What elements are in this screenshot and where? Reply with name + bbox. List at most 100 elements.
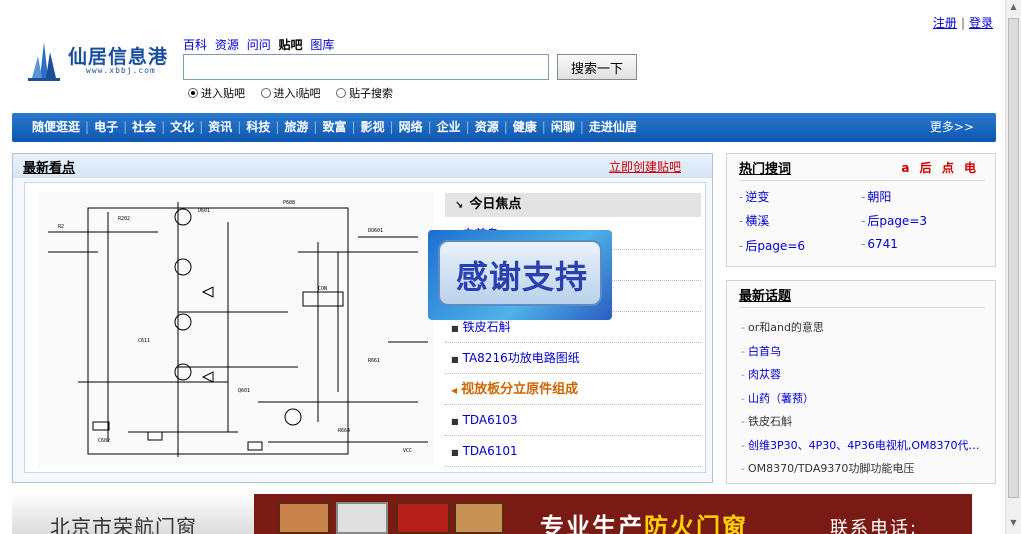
focus-item-link[interactable]: 视放板分立原件组成	[461, 382, 578, 397]
category-resources[interactable]: 资源	[215, 38, 239, 52]
topic-item[interactable]: - 白首乌	[741, 343, 781, 359]
focus-item-link[interactable]: TA8216功放电路图纸	[463, 351, 580, 365]
register-link[interactable]: 注册	[933, 16, 957, 30]
banner-phone: 联系电话:	[830, 518, 919, 534]
door-image	[278, 502, 330, 534]
focus-item-link[interactable]: 铁皮石斛	[463, 320, 511, 334]
category-tieba[interactable]: 贴吧	[279, 38, 303, 52]
site-logo[interactable]: 仙居信息港 www.xbbj.com	[24, 38, 172, 82]
svg-text:CON: CON	[318, 286, 327, 292]
search-options: 进入贴吧 进入i贴吧 贴子搜索	[188, 85, 405, 101]
svg-text:R661: R661	[368, 358, 380, 364]
nav-item[interactable]: 走进仙居	[589, 120, 637, 134]
thanks-text: 感谢支持	[455, 258, 588, 296]
latest-title[interactable]: 最新看点	[23, 157, 75, 176]
nav-items: 随便逛逛 | 电子 | 社会 | 文化 | 资讯 | 科技 | 旅游 | 致富 | 影视 | 网络 | 企业 | 资源 | 健康…	[32, 120, 637, 134]
focus-item-link[interactable]: TDA6101	[463, 444, 518, 458]
scroll-thumb[interactable]	[1008, 18, 1019, 498]
topic-item[interactable]: - or和and的意思	[741, 319, 824, 335]
topic-item[interactable]: - 创维3P30、4P30、4P36电视机,OM8370代…	[741, 437, 980, 453]
scroll-up-icon[interactable]: ▲	[1008, 2, 1019, 16]
latest-topics-title[interactable]: 最新话题	[739, 285, 791, 304]
door-image	[454, 502, 504, 534]
focus-item[interactable]: ■ TDA6101	[445, 436, 701, 467]
svg-text:P608: P608	[283, 200, 295, 206]
topic-text[interactable]: 创维3P30、4P30、4P36电视机,OM8370代…	[748, 439, 980, 452]
option-post-search[interactable]: 贴子搜索	[336, 85, 393, 101]
topic-item[interactable]: - 山药（薯蓣）	[741, 390, 814, 406]
nav-item[interactable]: 社会	[132, 120, 156, 134]
focus-item[interactable]: ◀ 视放板分立原件组成	[445, 374, 701, 405]
nav-item[interactable]: 资讯	[208, 120, 232, 134]
nav-item[interactable]: 企业	[437, 120, 461, 134]
topic-text: or和and的意思	[747, 321, 824, 334]
search-input[interactable]	[183, 54, 549, 80]
category-gallery[interactable]: 图库	[310, 38, 334, 52]
nav-item[interactable]: 闲聊	[551, 120, 575, 134]
nav-item[interactable]: 随便逛逛	[32, 120, 80, 134]
svg-text:D601: D601	[198, 208, 210, 214]
focus-item-link[interactable]: TDA6103	[463, 413, 518, 427]
focus-header: ↘ 今日焦点	[445, 193, 701, 217]
top-links: 注册 | 登录	[932, 16, 993, 30]
thanks-card: 感谢支持	[438, 240, 602, 306]
page-scrollbar[interactable]: ▲ ▼	[1005, 0, 1021, 534]
thanks-popup[interactable]: 感谢支持	[428, 230, 612, 320]
latest-inner: R2 R202 D601 P608 DO601 CON C611 Q601 R661 C60…	[24, 182, 706, 473]
topic-text[interactable]: 白首乌	[748, 345, 781, 358]
nav-item[interactable]: 资源	[475, 120, 499, 134]
door-image	[396, 502, 450, 534]
circuit-diagram-image[interactable]: R2 R202 D601 P608 DO601 CON C611 Q601 R661 C60…	[38, 192, 433, 468]
search-button[interactable]: 搜索一下	[557, 54, 637, 80]
option-enter-tieba[interactable]: 进入贴吧	[188, 85, 245, 101]
arrow-icon: ↘	[455, 200, 464, 211]
nav-item[interactable]: 科技	[246, 120, 270, 134]
svg-text:R202: R202	[118, 216, 130, 222]
topic-item[interactable]: - OM8370/TDA9370功脚功能电压	[741, 460, 914, 476]
nav-item[interactable]: 网络	[399, 120, 423, 134]
logo-url: www.xbbj.com	[86, 66, 156, 75]
hot-keywords-title[interactable]: 热门搜词	[739, 158, 791, 177]
nav-item[interactable]: 旅游	[284, 120, 308, 134]
topic-item[interactable]: - 肉苁蓉	[741, 366, 781, 382]
topic-text: 铁皮石斛	[747, 415, 792, 428]
category-questions[interactable]: 问问	[247, 38, 271, 52]
keyword-item[interactable]: - 后page=6	[739, 237, 805, 254]
nav-more-link[interactable]: 更多>>	[930, 113, 974, 142]
bullet-icon: ■	[451, 355, 459, 364]
topic-item[interactable]: - 铁皮石斛	[741, 413, 792, 429]
keyword-item[interactable]: - 横溪	[739, 212, 769, 229]
keyword-item[interactable]: - 后page=3	[861, 212, 927, 229]
nav-item[interactable]: 健康	[513, 120, 537, 134]
keyword-item[interactable]: - 逆变	[739, 188, 769, 205]
create-tieba-link[interactable]: 立即创建贴吧	[609, 158, 681, 175]
latest-topics-panel: 最新话题 - or和and的意思 - 白首乌 - 肉苁蓉 - 山药（薯蓣） - 铁皮石斛 - 创维3P…	[726, 280, 996, 484]
topic-text[interactable]: 山药（薯蓣）	[748, 392, 814, 405]
login-link[interactable]: 登录	[969, 16, 993, 30]
logo-name: 仙居信息港	[68, 46, 169, 68]
ad-banner[interactable]: 北京市荣航门窗 专业生产防火门窗 联系电话:	[12, 494, 972, 534]
tower-icon	[28, 42, 60, 81]
svg-text:VCC: VCC	[403, 448, 412, 454]
topic-text[interactable]: 肉苁蓉	[748, 368, 781, 381]
bullet-icon: ■	[451, 417, 459, 426]
nav-item[interactable]: 文化	[170, 120, 194, 134]
nav-item[interactable]: 电子	[94, 120, 118, 134]
hot-keywords-panel: 热门搜词 a 后 点 电 - 逆变 - 朝阳 - 横溪 - 后page=3 - 后page…	[726, 153, 996, 267]
scroll-down-icon[interactable]: ▼	[1008, 518, 1019, 532]
radio-icon	[336, 88, 347, 98]
nav-item[interactable]: 影视	[361, 120, 385, 134]
svg-text:DO601: DO601	[368, 228, 383, 234]
svg-text:R2: R2	[58, 224, 64, 230]
category-baike[interactable]: 百科	[183, 38, 207, 52]
nav-item[interactable]: 致富	[322, 120, 346, 134]
bullet-icon: ◀	[451, 386, 458, 395]
keyword-item[interactable]: -6741	[861, 237, 898, 251]
option-enter-itieba[interactable]: 进入i贴吧	[260, 85, 321, 101]
focus-item[interactable]: ■ TA8216功放电路图纸	[445, 343, 701, 374]
keyword-item[interactable]: - 朝阳	[861, 188, 891, 205]
door-image	[336, 502, 388, 534]
banner-slogan: 专业生产防火门窗	[540, 513, 748, 534]
focus-item[interactable]: ■ TDA6103	[445, 405, 701, 436]
latest-header	[13, 154, 712, 178]
